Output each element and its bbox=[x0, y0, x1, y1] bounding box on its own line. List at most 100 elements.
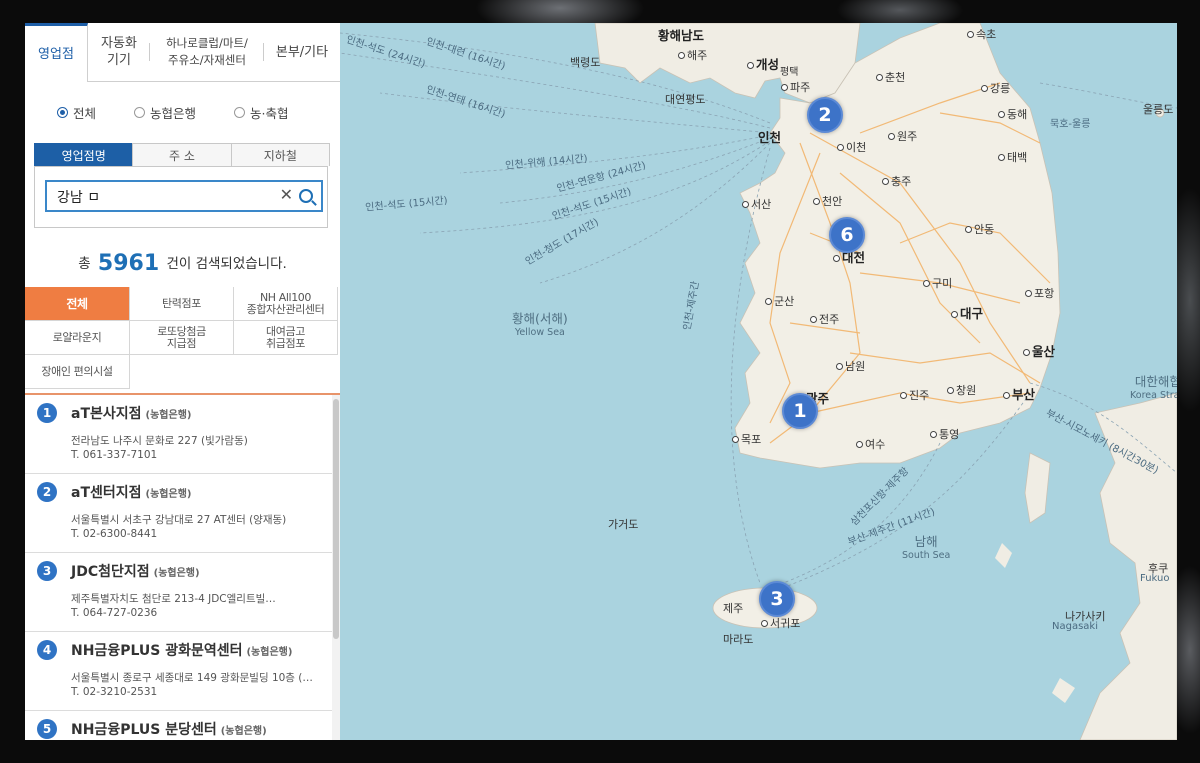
list-item[interactable]: 2 aT센터지점 (농협은행) 서울특별시 서초구 강남대로 27 AT센터 (양… bbox=[25, 474, 332, 553]
city-label: 충주 bbox=[882, 173, 911, 189]
filter-royal-lounge[interactable]: 로얄라운지 bbox=[25, 321, 130, 355]
city-label: 개성 bbox=[747, 54, 779, 73]
search-type-tabs: 영업점명 주 소 지하철 bbox=[34, 143, 330, 166]
map-marker[interactable]: 6 bbox=[829, 217, 865, 253]
clear-icon[interactable]: ✕ bbox=[280, 185, 293, 204]
city-label: 통영 bbox=[930, 426, 959, 442]
radio-dot bbox=[57, 107, 68, 118]
search-panel: 강남 ㅁ ✕ bbox=[34, 166, 328, 228]
list-item[interactable]: 5 NH금융PLUS 분당센터 (농협은행) bbox=[25, 711, 332, 740]
search-tab-address[interactable]: 주 소 bbox=[132, 143, 232, 166]
city-label: 속초 bbox=[967, 26, 996, 42]
city-label: 포항 bbox=[1025, 285, 1054, 301]
radio-dot bbox=[234, 107, 246, 118]
filter-grid: 전체 탄력점포 NH All100 종합자산관리센터 로얄라운지 로또당첨금 지… bbox=[25, 287, 338, 389]
sidebar: 영업점 자동화 기기 하나로클럽/마트/ 주유소/자재센터 본부/기타 전체 농… bbox=[25, 23, 341, 740]
map-marker[interactable]: 3 bbox=[759, 581, 795, 617]
map-marker[interactable]: 2 bbox=[807, 97, 843, 133]
branch-locator-app: 영업점 자동화 기기 하나로클럽/마트/ 주유소/자재센터 본부/기타 전체 농… bbox=[25, 23, 1177, 740]
branch-name[interactable]: JDC첨단지점 (농협은행) bbox=[71, 561, 200, 581]
island-label: 가거도 bbox=[608, 518, 639, 531]
branch-phone: T. 064-727-0236 bbox=[71, 607, 158, 619]
city-label: 군산 bbox=[765, 293, 794, 309]
result-number-badge: 5 bbox=[37, 719, 57, 739]
map-marker[interactable]: 1 bbox=[782, 393, 818, 429]
branch-phone: T. 02-3210-2531 bbox=[71, 686, 158, 698]
filter-accessible[interactable]: 장애인 편의시설 bbox=[25, 355, 130, 389]
list-item[interactable]: 1 aT본사지점 (농협은행) 전라남도 나주시 문화로 227 (빛가람동) T… bbox=[25, 395, 332, 474]
result-number-badge: 1 bbox=[37, 403, 57, 423]
filter-safe-deposit[interactable]: 대여금고 취급점포 bbox=[234, 321, 338, 355]
city-label: 창원 bbox=[947, 382, 976, 398]
search-icon[interactable] bbox=[299, 189, 313, 203]
city-label: 원주 bbox=[888, 128, 917, 144]
result-count: 총 5961 건이 검색되었습니다. bbox=[25, 251, 340, 276]
tab-headquarters[interactable]: 본부/기타 bbox=[264, 23, 340, 81]
city-label: 나가사키 bbox=[1065, 610, 1106, 623]
bank-type-radios: 전체 농협은행 농·축협 bbox=[57, 103, 327, 122]
radio-all[interactable]: 전체 bbox=[57, 103, 96, 122]
tab-branch[interactable]: 영업점 bbox=[25, 23, 88, 82]
city-label: 서산 bbox=[742, 196, 771, 212]
city-label: 파주 bbox=[781, 79, 810, 95]
search-tab-subway[interactable]: 지하철 bbox=[230, 143, 330, 166]
branch-address: 서울특별시 종로구 세종대로 149 광화문빌딩 10층 (… bbox=[71, 672, 313, 684]
island-label: 대연평도 bbox=[665, 93, 706, 106]
city-label: 황해남도 bbox=[658, 28, 705, 43]
map-view[interactable]: 황해(서해) Yellow Sea 남해 South Sea 대한해협 Korea S… bbox=[340, 23, 1177, 740]
filter-flexible[interactable]: 탄력점포 bbox=[130, 287, 234, 321]
search-input-value[interactable]: 강남 ㅁ bbox=[57, 187, 100, 207]
category-tabs: 영업점 자동화 기기 하나로클럽/마트/ 주유소/자재센터 본부/기타 bbox=[25, 23, 340, 82]
island-label: 백령도 bbox=[570, 56, 601, 69]
branch-address: 제주특별자치도 첨단로 213-4 JDC엘리트빌… bbox=[71, 593, 276, 605]
branch-name[interactable]: NH금융PLUS 광화문역센터 (농협은행) bbox=[71, 640, 292, 660]
city-label: 강릉 bbox=[981, 80, 1010, 96]
city-label: 서귀포 bbox=[761, 615, 800, 631]
island-label: 울릉도 bbox=[1143, 103, 1174, 116]
branch-name[interactable]: NH금융PLUS 분당센터 (농협은행) bbox=[71, 719, 267, 739]
branch-address: 서울특별시 서초구 강남대로 27 AT센터 (양재동) bbox=[71, 514, 287, 526]
radio-nh-bank[interactable]: 농협은행 bbox=[134, 103, 196, 122]
radio-dot bbox=[134, 107, 146, 118]
city-label: 후쿠 bbox=[1148, 562, 1169, 575]
filter-lotto[interactable]: 로또당첨금 지급점 bbox=[130, 321, 234, 355]
radio-cooperative[interactable]: 농·축협 bbox=[234, 103, 289, 122]
island-label: 마라도 bbox=[723, 633, 754, 646]
city-label: 여수 bbox=[856, 436, 885, 452]
city-label: 해주 bbox=[678, 47, 707, 63]
city-label: 안동 bbox=[965, 221, 994, 237]
sea-label: 황해(서해) Yellow Sea bbox=[512, 311, 568, 338]
city-label: 구미 bbox=[923, 275, 952, 291]
city-label: 대구 bbox=[951, 303, 983, 322]
city-label: 태백 bbox=[998, 149, 1027, 165]
city-label: 제주 bbox=[723, 602, 744, 615]
branch-address: 전라남도 나주시 문화로 227 (빛가람동) bbox=[71, 435, 248, 447]
result-list: 1 aT본사지점 (농협은행) 전라남도 나주시 문화로 227 (빛가람동) T… bbox=[25, 395, 332, 740]
city-label: 천안 bbox=[813, 193, 842, 209]
city-label: 평택 bbox=[780, 67, 799, 78]
branch-phone: T. 061-337-7101 bbox=[71, 449, 158, 461]
filter-asset-center[interactable]: NH All100 종합자산관리센터 bbox=[234, 287, 338, 321]
branch-phone: T. 02-6300-8441 bbox=[71, 528, 158, 540]
city-label: 목포 bbox=[732, 431, 761, 447]
city-label: 진주 bbox=[900, 387, 929, 403]
search-tab-name[interactable]: 영업점명 bbox=[34, 143, 134, 166]
result-prefix: 총 bbox=[78, 256, 91, 272]
sea-label: 대한해협Korea Strait bbox=[1130, 374, 1177, 401]
branch-name[interactable]: aT센터지점 (농협은행) bbox=[71, 482, 191, 502]
list-item[interactable]: 3 JDC첨단지점 (농협은행) 제주특별자치도 첨단로 213-4 JDC엘리트… bbox=[25, 553, 332, 632]
result-number-badge: 3 bbox=[37, 561, 57, 581]
filter-all[interactable]: 전체 bbox=[25, 287, 130, 321]
city-label: 동해 bbox=[998, 106, 1027, 122]
tab-atm[interactable]: 자동화 기기 bbox=[88, 23, 150, 81]
route-label: 묵호-울릉 bbox=[1050, 119, 1091, 130]
search-input[interactable]: 강남 ㅁ ✕ bbox=[45, 180, 323, 212]
tab-hanaro[interactable]: 하나로클럽/마트/ 주유소/자재센터 bbox=[150, 23, 264, 81]
result-number: 5961 bbox=[97, 251, 160, 276]
city-label: 춘천 bbox=[876, 69, 905, 85]
list-scrollbar[interactable] bbox=[332, 395, 340, 740]
branch-name[interactable]: aT본사지점 (농협은행) bbox=[71, 403, 191, 423]
scrollbar-thumb[interactable] bbox=[333, 399, 339, 639]
city-label: 남원 bbox=[836, 358, 865, 374]
list-item[interactable]: 4 NH금융PLUS 광화문역센터 (농협은행) 서울특별시 종로구 세종대로 1… bbox=[25, 632, 332, 711]
